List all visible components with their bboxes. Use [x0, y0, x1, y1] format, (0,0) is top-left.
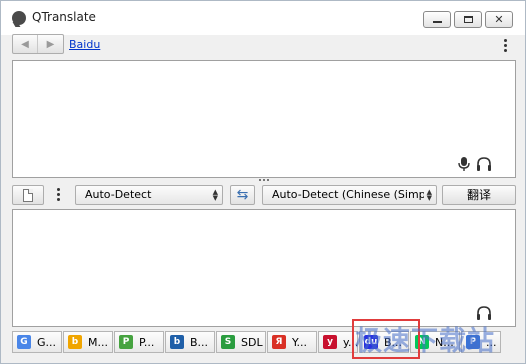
- service-tab[interactable]: P P...: [114, 331, 164, 353]
- language-options-icon[interactable]: [56, 188, 60, 201]
- babylon-icon: b: [170, 335, 184, 349]
- service-tab-label: P...: [139, 335, 155, 349]
- swap-arrows-icon: ⇆: [236, 187, 249, 203]
- close-button[interactable]: ✕: [485, 11, 513, 28]
- service-tab-label: G...: [37, 335, 57, 349]
- history-nav: ◀ ▶: [12, 34, 64, 54]
- yandex-icon: Я: [272, 335, 286, 349]
- headphones-icon[interactable]: [476, 157, 492, 171]
- target-language-select[interactable]: Auto-Detect (Chinese (Simp... ▲ ▼: [262, 185, 437, 205]
- service-tab-label: M...: [88, 335, 108, 349]
- window-title: QTranslate: [32, 10, 96, 24]
- translate-button[interactable]: 翻译: [442, 185, 516, 205]
- forward-button[interactable]: ▶: [38, 35, 63, 53]
- source-text-area[interactable]: [12, 60, 516, 178]
- chevron-right-icon: ▶: [46, 38, 55, 50]
- service-tab-label: Y...: [292, 335, 307, 349]
- bing-icon: b: [68, 335, 82, 349]
- chevron-left-icon: ◀: [21, 38, 29, 50]
- maximize-button[interactable]: [454, 11, 482, 28]
- service-tab-label: B...: [190, 335, 209, 349]
- back-button[interactable]: ◀: [13, 35, 38, 53]
- document-icon: [23, 188, 33, 202]
- service-tab[interactable]: b B...: [165, 331, 215, 353]
- source-language-select[interactable]: Auto-Detect ▲ ▼: [75, 185, 223, 205]
- maximize-icon: [463, 16, 473, 23]
- google-icon: G: [17, 335, 31, 349]
- service-tab[interactable]: G G...: [12, 331, 62, 353]
- sdl-icon: S: [221, 335, 235, 349]
- microphone-icon[interactable]: [458, 157, 470, 171]
- service-tab[interactable]: S SDL: [216, 331, 266, 353]
- target-language-value: Auto-Detect (Chinese (Simp...: [272, 188, 424, 201]
- service-tab[interactable]: Я Y...: [267, 331, 317, 353]
- updown-arrow-icon: ▲ ▼: [426, 188, 432, 202]
- pane-splitter-handle[interactable]: [259, 179, 271, 183]
- swap-languages-button[interactable]: ⇆: [230, 185, 255, 205]
- headphones-icon[interactable]: [476, 306, 492, 320]
- source-language-value: Auto-Detect: [85, 188, 152, 201]
- service-tab[interactable]: b M...: [63, 331, 113, 353]
- new-document-button[interactable]: [12, 185, 44, 205]
- close-icon: ✕: [494, 13, 504, 26]
- translation-result-area[interactable]: [12, 209, 516, 327]
- title-bar[interactable]: QTranslate ✕: [1, 1, 525, 35]
- youdao-icon: y: [323, 335, 337, 349]
- qtranslate-window: QTranslate ✕ ◀ ▶ Baidu Auto-Detect ▲ ▼ ⇆…: [0, 0, 526, 364]
- minimize-icon: [432, 21, 442, 23]
- service-tab-label: SDL: [241, 335, 263, 349]
- updown-arrow-icon: ▲ ▼: [212, 188, 218, 202]
- site-watermark: 极速下载站: [355, 326, 495, 357]
- translation-provider-link[interactable]: Baidu: [69, 38, 100, 51]
- app-speech-bubble-icon: [12, 11, 26, 25]
- promt-icon: P: [119, 335, 133, 349]
- minimize-button[interactable]: [423, 11, 451, 28]
- more-options-icon[interactable]: [503, 39, 507, 52]
